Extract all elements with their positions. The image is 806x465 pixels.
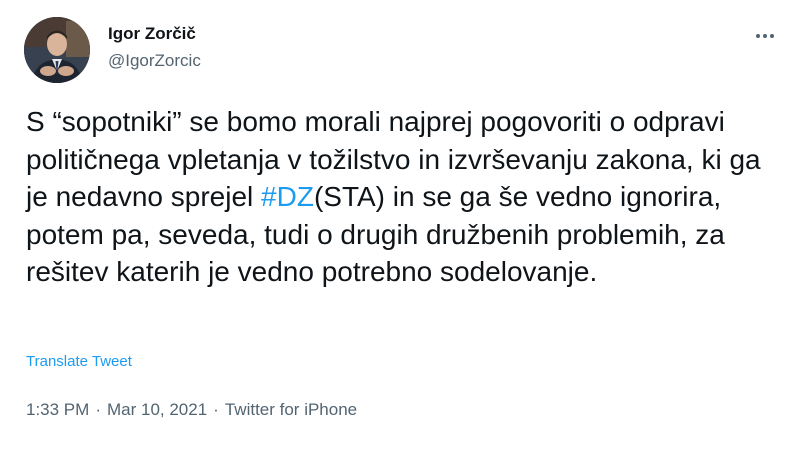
tweet-metadata: 1:33 PM · Mar 10, 2021 · Twitter for iPhone	[26, 399, 357, 421]
tweet-date[interactable]: Mar 10, 2021	[107, 400, 207, 419]
avatar-photo-icon	[24, 17, 90, 83]
author-display-name[interactable]: Igor Zorčič	[108, 23, 196, 45]
hashtag-link[interactable]: #DZ	[261, 181, 314, 212]
tweet-text: S “sopotniki” se bomo morali najprej pog…	[26, 103, 766, 291]
tweet-card: Igor Zorčič @IgorZorcic S “sopotniki” se…	[0, 0, 806, 465]
more-dots-icon	[756, 34, 760, 38]
translate-tweet-link[interactable]: Translate Tweet	[26, 352, 132, 372]
author-handle[interactable]: @IgorZorcic	[108, 50, 201, 72]
tweet-time[interactable]: 1:33 PM	[26, 400, 89, 419]
more-dots-icon	[770, 34, 774, 38]
avatar[interactable]	[24, 17, 90, 83]
meta-separator: ·	[95, 400, 101, 419]
tweet-source[interactable]: Twitter for iPhone	[225, 400, 357, 419]
meta-separator: ·	[213, 400, 219, 419]
more-options-button[interactable]	[748, 22, 782, 50]
more-dots-icon	[763, 34, 767, 38]
